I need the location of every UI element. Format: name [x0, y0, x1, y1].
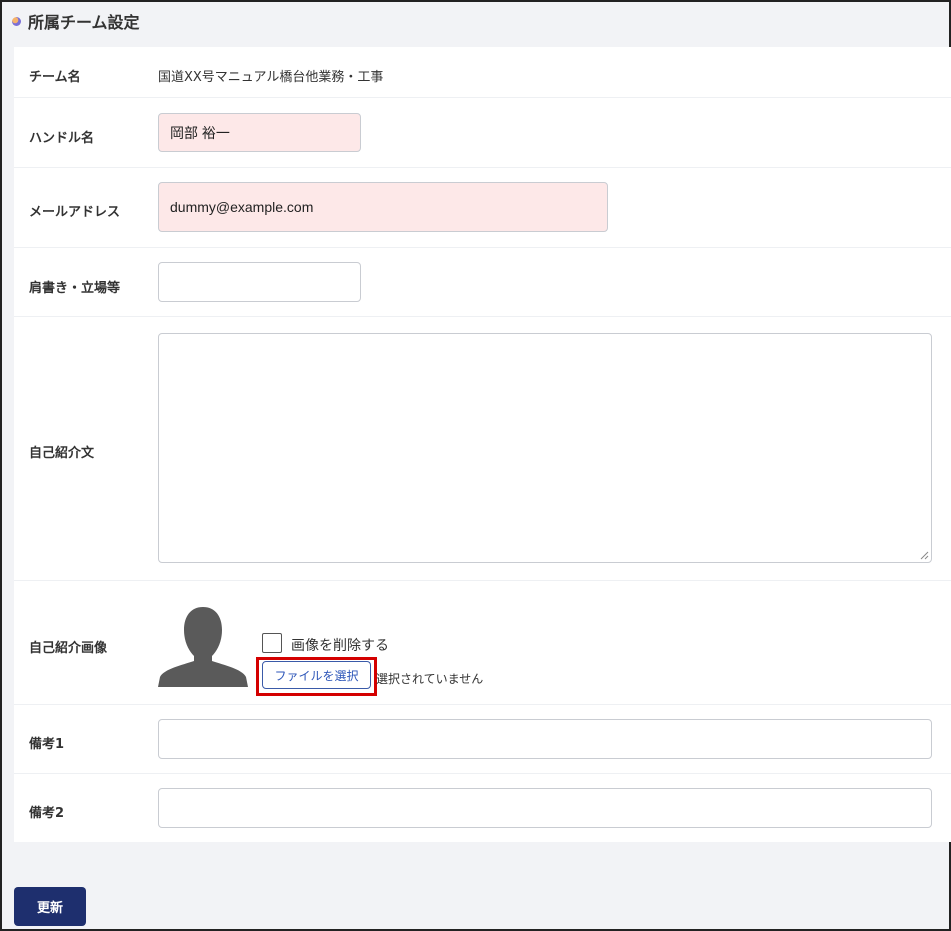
team-settings-form: チーム名 国道XX号マニュアル橋台他業務・工事 ハンドル名 岡部 裕一 メールア… [14, 47, 951, 842]
handle-name-input-value: 岡部 裕一 [170, 124, 230, 141]
note1-label: 備考1 [29, 737, 65, 752]
update-button[interactable]: 更新 [14, 887, 86, 926]
note2-label: 備考2 [29, 806, 65, 821]
delete-image-checkbox[interactable] [262, 633, 282, 653]
intro-text-label: 自己紹介文 [29, 446, 95, 461]
resize-handle-icon[interactable] [920, 551, 929, 560]
email-input[interactable]: dummy@example.com [158, 182, 608, 232]
choose-file-button[interactable]: ファイルを選択 [262, 661, 371, 689]
page-frame: 所属チーム設定 チーム名 国道XX号マニュアル橋台他業務・工事 ハンドル名 岡部… [0, 0, 951, 931]
row-handle-name: ハンドル名 岡部 裕一 [14, 98, 951, 168]
file-status-text: 選択されていません [376, 672, 484, 686]
user-silhouette-icon [158, 607, 248, 687]
position-input[interactable] [158, 262, 361, 302]
choose-file-button-label: ファイルを選択 [274, 668, 359, 683]
email-input-value: dummy@example.com [170, 199, 314, 215]
page-title: 所属チーム設定 [28, 13, 140, 32]
handle-name-input[interactable]: 岡部 裕一 [158, 113, 361, 152]
team-name-label: チーム名 [29, 70, 81, 85]
page-header: 所属チーム設定 [12, 8, 140, 34]
intro-image-label: 自己紹介画像 [29, 641, 108, 656]
bullet-dot-icon [12, 16, 21, 26]
row-intro-image: 自己紹介画像 画像を削除する ファイルを選択 選択されていません [14, 581, 951, 705]
update-button-label: 更新 [36, 901, 63, 916]
handle-name-label: ハンドル名 [29, 131, 95, 146]
email-label: メールアドレス [29, 205, 121, 220]
note2-input[interactable] [158, 788, 932, 828]
row-note2: 備考2 [14, 774, 951, 842]
row-intro-text: 自己紹介文 [14, 317, 951, 581]
note1-input[interactable] [158, 719, 932, 759]
team-name-value: 国道XX号マニュアル橋台他業務・工事 [158, 70, 384, 85]
row-team-name: チーム名 国道XX号マニュアル橋台他業務・工事 [14, 47, 951, 98]
row-email: メールアドレス dummy@example.com [14, 168, 951, 248]
position-label: 肩書き・立場等 [29, 281, 121, 296]
row-position: 肩書き・立場等 [14, 248, 951, 317]
row-note1: 備考1 [14, 705, 951, 774]
delete-image-label[interactable]: 画像を削除する [291, 635, 389, 655]
intro-textarea[interactable] [158, 333, 932, 563]
